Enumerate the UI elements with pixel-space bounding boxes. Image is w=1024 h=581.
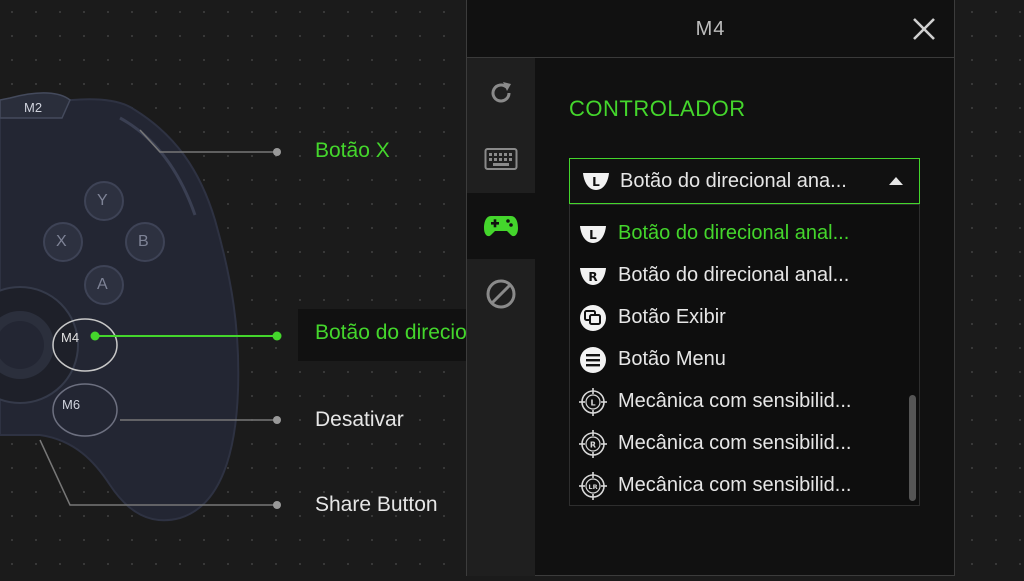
sidebar-item-keyboard[interactable] (467, 126, 535, 192)
dropdown-badge-letter: L (592, 175, 600, 189)
disable-icon (486, 279, 516, 309)
x-button-label: X (56, 233, 67, 250)
m2-badge: M2 (24, 100, 43, 115)
option-sensitivity-both[interactable]: LR Mecânica com sensibilid... (570, 465, 906, 505)
chevron-up-icon (889, 177, 903, 185)
option-sensitivity-left[interactable]: L Mecânica com sensibilid... (570, 381, 906, 423)
option-badge-letter: R (590, 441, 596, 450)
option-label: Mecânica com sensibilid... (618, 390, 852, 412)
controller-action-dropdown[interactable]: L Botão do direcional ana... (569, 158, 920, 204)
gamepad-illustration (0, 92, 282, 522)
dropdown-options-list[interactable]: L Botão do direcional anal... R Botão do… (569, 204, 920, 506)
panel-header: M4 (467, 0, 954, 58)
keyboard-icon (484, 148, 518, 170)
section-title: CONTROLADOR (569, 96, 746, 121)
view-icon (580, 305, 606, 331)
mapping-label-share[interactable]: Share Button (315, 493, 438, 517)
left-stick-badge-icon: L (583, 173, 609, 190)
list-scrollbar[interactable] (909, 395, 916, 501)
option-label: Botão do direcional anal... (618, 264, 850, 286)
target-icon: L (579, 388, 607, 416)
option-badge-letter: R (588, 270, 597, 284)
option-label: Mecânica com sensibilid... (618, 474, 852, 496)
right-stick-badge-icon: R (580, 268, 606, 285)
sidebar-item-default[interactable] (467, 60, 535, 126)
target-icon: LR (579, 472, 607, 500)
panel-title: M4 (695, 18, 726, 40)
gamepad-icon (484, 216, 518, 237)
option-badge-letter: LR (588, 483, 597, 491)
y-button-label: Y (97, 192, 108, 209)
option-label: Botão Exibir (618, 306, 726, 328)
a-button-label: A (97, 276, 108, 293)
sidebar-item-controller[interactable] (467, 193, 535, 259)
target-icon: R (579, 430, 607, 458)
m6-badge[interactable]: M6 (62, 397, 80, 412)
mapping-label-m2[interactable]: Botão X (315, 139, 390, 163)
menu-icon (580, 347, 606, 373)
option-label: Botão do direcional anal... (618, 222, 850, 244)
button-assign-panel: M4 CONTROLADOR L Botão do direcional ana… (466, 0, 955, 576)
mapping-label-m6[interactable]: Desativar (315, 408, 404, 432)
left-stick-badge-icon: L (580, 226, 606, 243)
option-badge-letter: L (590, 399, 595, 408)
controller-illustration: M2 Y X B A M4 M6 Botão X Botão do direci… (0, 0, 470, 576)
sidebar-item-disable[interactable] (467, 261, 535, 327)
option-menu-button[interactable]: Botão Menu (570, 339, 906, 381)
option-label: Botão Menu (618, 348, 726, 370)
category-sidebar (467, 58, 535, 576)
option-left-stick-button[interactable]: L Botão do direcional anal... (570, 213, 906, 255)
dropdown-selected-value: Botão do direcional ana... (620, 170, 847, 192)
m4-badge[interactable]: M4 (61, 330, 79, 345)
option-label: Mecânica com sensibilid... (618, 432, 852, 454)
option-right-stick-button[interactable]: R Botão do direcional anal... (570, 255, 906, 297)
option-view-button[interactable]: Botão Exibir (570, 297, 906, 339)
option-sensitivity-right[interactable]: R Mecânica com sensibilid... (570, 423, 906, 465)
close-icon[interactable] (910, 15, 938, 43)
refresh-icon (491, 82, 511, 103)
mapping-label-m4[interactable]: Botão do direcional analógico esquerdo (298, 309, 470, 361)
b-button-label: B (138, 233, 149, 250)
option-badge-letter: L (589, 228, 597, 242)
